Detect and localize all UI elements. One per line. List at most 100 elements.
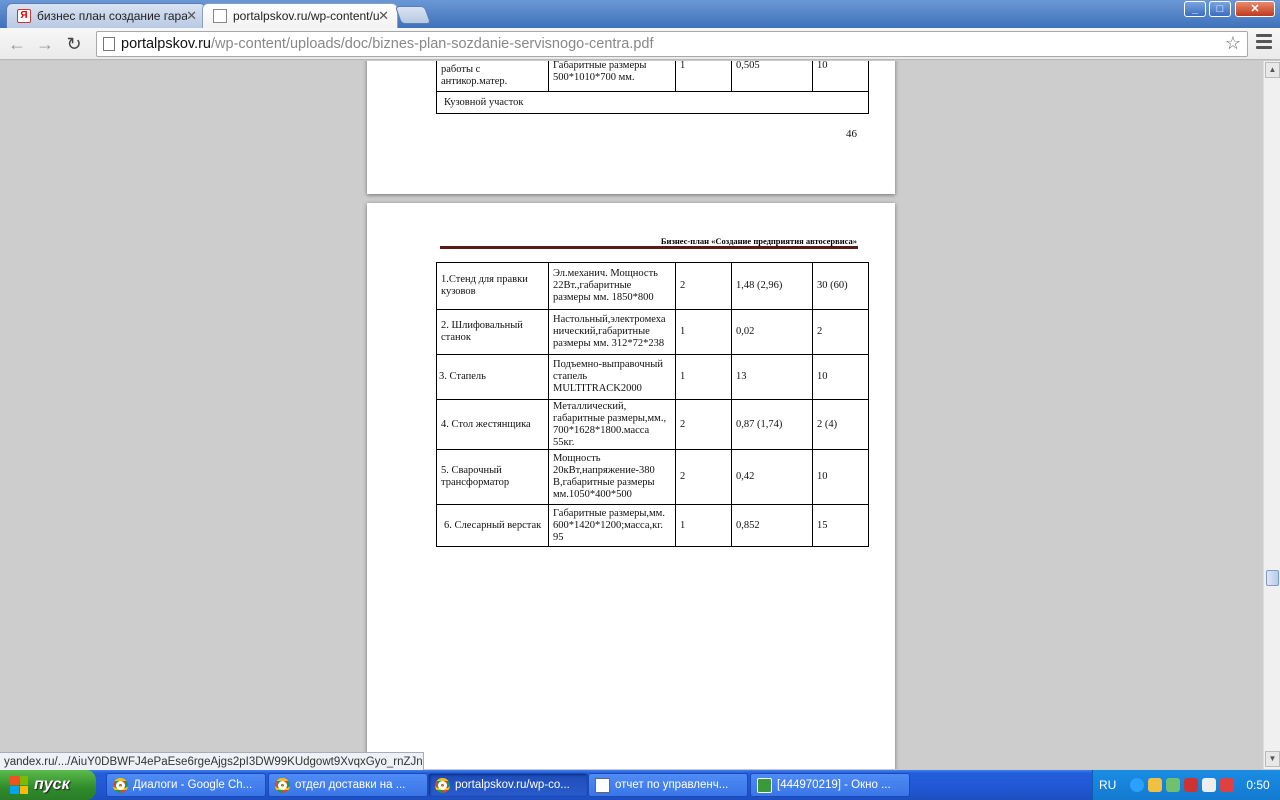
close-tab-icon[interactable]: ✕ <box>378 9 389 23</box>
taskbar-item[interactable]: [444970219] - Окно ... <box>750 773 910 797</box>
tab-title: бизнес план создание гара <box>37 9 187 23</box>
tab-yandex-search[interactable]: Я бизнес план создание гара ✕ <box>6 3 206 28</box>
table-cell: Металлический, габаритные размеры,мм., 7… <box>548 399 676 450</box>
antivirus-icon[interactable] <box>1184 778 1199 792</box>
yandex-icon: Я <box>17 9 31 23</box>
minimize-button[interactable]: _ <box>1184 1 1206 17</box>
table-cell: Габаритные размеры,мм. 600*1420*1200;мас… <box>548 504 676 547</box>
scroll-up-arrow-icon[interactable]: ▲ <box>1265 62 1280 78</box>
table-cell: Габаритные размеры 500*1010*700 мм. <box>548 61 676 92</box>
new-tab-button[interactable] <box>394 6 432 24</box>
reload-button[interactable]: ↻ <box>63 33 85 55</box>
windows-logo-icon <box>10 776 28 794</box>
url-host: portalpskov.ru <box>121 36 211 52</box>
table-cell: Мощность 20кВт,напряжение-380 В,габаритн… <box>548 449 676 505</box>
table-cell: 2 <box>675 449 732 505</box>
table-cell: Эл.механич. Мощность 22Вт.,габаритные ра… <box>548 262 676 310</box>
network-icon[interactable] <box>1130 778 1145 792</box>
back-button[interactable]: ← <box>6 33 28 55</box>
clock: 0:50 <box>1246 778 1270 792</box>
pdf-page-46: работы с антикор.матер. Габаритные разме… <box>367 61 895 194</box>
table-cell: 4. Стол жестянщика <box>436 399 549 450</box>
table-cell: 10 <box>812 61 869 92</box>
table-row: 4. Стол жестянщика Металлический, габари… <box>436 399 869 450</box>
table-cell: 10 <box>812 354 869 400</box>
taskbar-item-label: [444970219] - Окно ... <box>777 779 891 791</box>
windows-taskbar: пуск Диалоги - Google Ch... отдел достав… <box>0 770 1280 800</box>
table-row: 2. Шлифовальный станок Настольный,электр… <box>436 309 869 355</box>
table-row: 3. Стапель Подъемно-выправочный стапель … <box>436 354 869 400</box>
equipment-table-continued: работы с антикор.матер. Габаритные разме… <box>436 61 869 114</box>
table-cell: Настольный,электромеха нический,габаритн… <box>548 309 676 355</box>
close-window-button[interactable]: ✕ <box>1235 1 1275 17</box>
table-cell: Подъемно-выправочный стапель MULTITRACK2… <box>548 354 676 400</box>
start-button[interactable]: пуск <box>0 770 96 800</box>
table-cell: 2 <box>675 399 732 450</box>
chrome-icon <box>435 778 450 793</box>
url-path: /wp-content/uploads/doc/biznes-plan-sozd… <box>211 36 654 52</box>
system-tray: RU 0:50 <box>1092 770 1280 800</box>
table-row: 1.Стенд для правки кузовов Эл.механич. М… <box>436 262 869 310</box>
opera-icon[interactable] <box>1220 778 1235 792</box>
tab-title: portalpskov.ru/wp-content/u <box>233 9 380 23</box>
start-label: пуск <box>34 776 70 793</box>
table-cell: 6. Слесарный верстак <box>436 504 549 547</box>
taskbar-item[interactable]: Диалоги - Google Ch... <box>106 773 266 797</box>
address-bar[interactable]: portalpskov.ru/wp-content/uploads/doc/bi… <box>96 31 1248 57</box>
forward-button[interactable]: → <box>34 33 56 55</box>
table-cell: 5. Сварочный трансформатор <box>436 449 549 505</box>
taskbar-item[interactable]: отчет по управленч... <box>588 773 748 797</box>
table-cell: 13 <box>731 354 813 400</box>
table-cell: 15 <box>812 504 869 547</box>
tab-pdf-document[interactable]: portalpskov.ru/wp-content/u ✕ <box>202 3 398 28</box>
maximize-button[interactable]: □ <box>1209 1 1231 17</box>
update-icon[interactable] <box>1166 778 1181 792</box>
table-cell: 3. Стапель <box>436 354 549 400</box>
taskbar-item-label: отчет по управленч... <box>615 779 729 791</box>
chrome-icon <box>275 778 290 793</box>
table-cell: 0,87 (1,74) <box>731 399 813 450</box>
taskbar-item[interactable]: отдел доставки на ... <box>268 773 428 797</box>
taskbar-item-active[interactable]: portalpskov.ru/wp-co... <box>428 773 588 797</box>
table-cell: 30 (60) <box>812 262 869 310</box>
table-section-row: Кузовной участок <box>436 91 869 114</box>
browser-titlebar: Я бизнес план создание гара ✕ portalpsko… <box>0 0 1280 28</box>
language-indicator[interactable]: RU <box>1099 778 1116 792</box>
page-number: 46 <box>846 128 857 140</box>
browser-toolbar: ← → ↻ portalpskov.ru/wp-content/uploads/… <box>0 28 1280 60</box>
table-row: 6. Слесарный верстак Габаритные размеры,… <box>436 504 869 547</box>
table-cell: 0,42 <box>731 449 813 505</box>
table-cell: работы с антикор.матер. <box>436 61 549 92</box>
table-cell: 1,48 (2,96) <box>731 262 813 310</box>
chrome-icon <box>113 778 128 793</box>
chrome-menu-icon[interactable] <box>1256 34 1272 52</box>
pdf-page-47: Бизнес-план «Создание предприятия автосе… <box>367 203 895 769</box>
pdf-viewport[interactable]: работы с антикор.матер. Габаритные разме… <box>0 61 1263 769</box>
taskbar-item-label: отдел доставки на ... <box>295 779 406 791</box>
close-tab-icon[interactable]: ✕ <box>186 9 197 23</box>
table-cell: 2 <box>675 262 732 310</box>
page-icon <box>103 37 115 51</box>
table-row: работы с антикор.матер. Габаритные разме… <box>436 61 869 92</box>
link-status-bubble: yandex.ru/.../AiuY0DBWFJ4ePaEse6rgeAjgs2… <box>0 752 424 771</box>
table-cell: 0,505 <box>731 61 813 92</box>
security-icon[interactable] <box>1148 778 1163 792</box>
table-cell: 1.Стенд для правки кузовов <box>436 262 549 310</box>
bookmark-star-icon[interactable]: ☆ <box>1225 33 1241 54</box>
table-cell: 1 <box>675 354 732 400</box>
table-cell: 1 <box>675 504 732 547</box>
messenger-icon <box>757 778 772 793</box>
page-header: Бизнес-план «Создание предприятия автосе… <box>660 236 857 246</box>
table-cell: 2 <box>812 309 869 355</box>
table-cell: 0,02 <box>731 309 813 355</box>
table-cell: 1 <box>675 61 732 92</box>
taskbar-item-label: portalpskov.ru/wp-co... <box>455 779 570 791</box>
document-icon <box>595 778 610 793</box>
scrollbar-thumb[interactable] <box>1266 570 1279 586</box>
volume-icon[interactable] <box>1202 778 1217 792</box>
table-cell: 10 <box>812 449 869 505</box>
vertical-scrollbar[interactable]: ▲ ▼ <box>1263 61 1280 769</box>
equipment-table: 1.Стенд для правки кузовов Эл.механич. М… <box>436 262 869 547</box>
table-cell: 2 (4) <box>812 399 869 450</box>
scroll-down-arrow-icon[interactable]: ▼ <box>1265 751 1280 767</box>
